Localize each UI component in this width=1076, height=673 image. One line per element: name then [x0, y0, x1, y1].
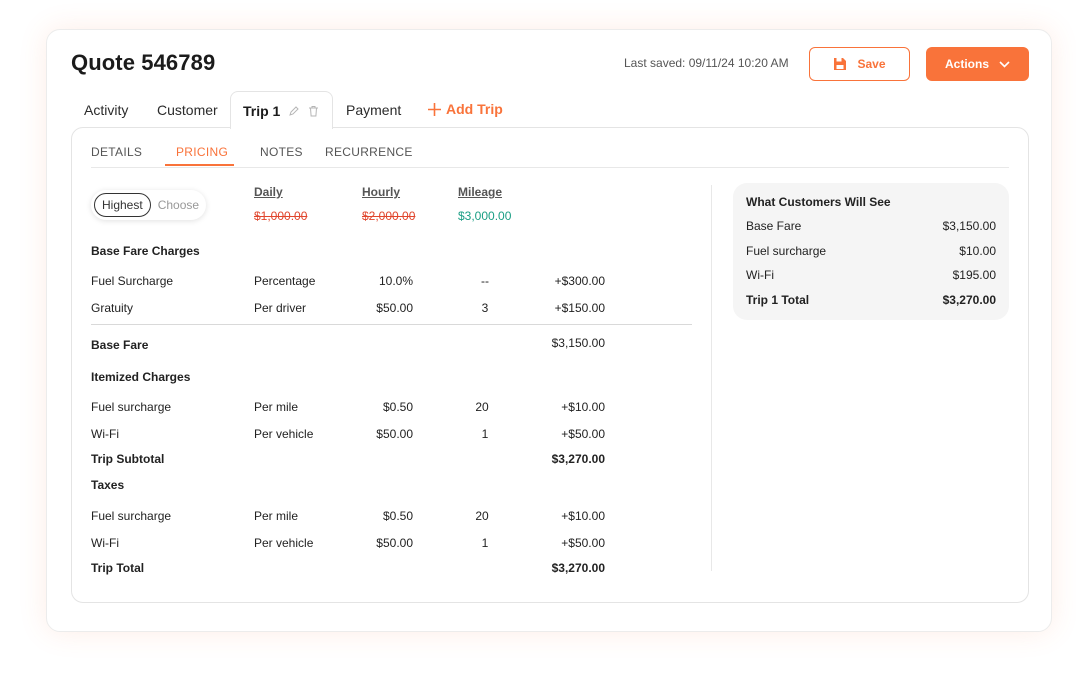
charge-rate: $50.00 [376, 427, 413, 441]
pricing-panel: DETAILS PRICING NOTES RECURRENCE Highest… [71, 127, 1029, 603]
trip-total-label: Trip Total [91, 561, 145, 575]
save-button[interactable]: Save [809, 47, 910, 81]
charge-amount: +$10.00 [561, 400, 605, 414]
base-fare-label: Base Fare [91, 338, 149, 352]
pencil-icon[interactable] [288, 105, 300, 117]
tab-trip-1[interactable]: Trip 1 [230, 91, 333, 129]
charge-name: Fuel surcharge [91, 509, 172, 523]
charge-qty: 3 [481, 301, 489, 315]
daily-rate-header[interactable]: Daily [254, 185, 283, 199]
summary-row: Fuel surcharge $10.00 [746, 244, 996, 258]
page-title: Quote 546789 [71, 50, 216, 75]
charge-name: Fuel Surcharge [91, 274, 174, 288]
floppy-disk-icon [834, 58, 847, 70]
summary-total-label: Trip 1 Total [746, 293, 810, 307]
charge-type: Per vehicle [254, 536, 314, 550]
tab-activity[interactable]: Activity [84, 102, 128, 118]
summary-row-label: Wi-Fi [746, 268, 774, 282]
summary-row: Base Fare $3,150.00 [746, 219, 996, 233]
tab-payment[interactable]: Payment [346, 102, 401, 118]
section-heading: Itemized Charges [91, 370, 191, 384]
add-trip-label: Add Trip [446, 101, 503, 117]
section-heading: Base Fare Charges [91, 244, 200, 258]
charge-type: Per driver [254, 301, 307, 315]
hourly-rate-header[interactable]: Hourly [362, 185, 400, 199]
charge-type: Per mile [254, 509, 299, 523]
summary-row-label: Fuel surcharge [746, 244, 827, 258]
subtab-details[interactable]: DETAILS [91, 145, 142, 159]
toggle-highest[interactable]: Highest [94, 193, 151, 217]
charge-amount: +$10.00 [561, 509, 605, 523]
charge-rate: 10.0% [378, 274, 413, 288]
charge-amount: +$300.00 [554, 274, 605, 288]
summary-row-value: $10.00 [959, 244, 996, 258]
hourly-rate-value: $2,000.00 [362, 209, 416, 223]
summary-total-row: Trip 1 Total $3,270.00 [746, 293, 996, 307]
actions-label: Actions [944, 57, 989, 71]
subtab-divider [91, 167, 1009, 168]
summary-row-label: Base Fare [746, 219, 802, 233]
summary-row-value: $195.00 [952, 268, 996, 282]
trash-icon[interactable] [308, 105, 319, 117]
chevron-down-icon [999, 60, 1010, 68]
charge-name: Wi-Fi [91, 536, 119, 550]
charge-rate: $0.50 [382, 509, 413, 523]
column-divider [711, 185, 712, 571]
base-fare-amount: $3,150.00 [551, 336, 605, 350]
rate-mode-toggle[interactable]: Highest Choose [91, 190, 206, 220]
quote-card: Quote 546789 Last saved: 09/11/24 10:20 … [46, 29, 1052, 632]
actions-button[interactable]: Actions [926, 47, 1029, 81]
charge-rate: $50.00 [376, 301, 413, 315]
charge-type: Per mile [254, 400, 299, 414]
trip-total-amount: $3,270.00 [551, 561, 605, 575]
divider [91, 324, 692, 325]
subtab-recurrence[interactable]: RECURRENCE [325, 145, 413, 159]
toggle-choose[interactable]: Choose [151, 194, 206, 216]
charge-qty: -- [481, 274, 489, 288]
charge-qty: 20 [475, 400, 489, 414]
summary-row: Wi-Fi $195.00 [746, 268, 996, 282]
charge-type: Per vehicle [254, 427, 314, 441]
charge-qty: 20 [475, 509, 489, 523]
last-saved-text: Last saved: 09/11/24 10:20 AM [624, 56, 789, 70]
summary-row-value: $3,150.00 [942, 219, 996, 233]
charge-type: Percentage [254, 274, 316, 288]
charge-rate: $50.00 [376, 536, 413, 550]
active-subtab-indicator [165, 164, 234, 166]
save-label: Save [857, 57, 886, 71]
summary-total-value: $3,270.00 [942, 293, 996, 307]
charge-qty: 1 [481, 536, 489, 550]
trip-tab-label: Trip 1 [243, 102, 281, 119]
customer-summary-card: What Customers Will See Base Fare $3,150… [733, 183, 1009, 320]
charge-name: Fuel surcharge [91, 400, 172, 414]
charge-rate: $0.50 [382, 400, 413, 414]
subtab-notes[interactable]: NOTES [260, 145, 303, 159]
section-heading: Taxes [91, 478, 125, 492]
mileage-rate-value: $3,000.00 [458, 209, 512, 223]
charge-amount: +$50.00 [561, 427, 605, 441]
tab-customer[interactable]: Customer [157, 102, 218, 118]
mileage-rate-header[interactable]: Mileage [458, 185, 502, 199]
charge-qty: 1 [481, 427, 489, 441]
daily-rate-value: $1,000.00 [254, 209, 308, 223]
charge-name: Gratuity [91, 301, 134, 315]
trip-subtotal-amount: $3,270.00 [551, 452, 605, 466]
add-trip-button[interactable]: Add Trip [428, 101, 503, 117]
subtab-pricing[interactable]: PRICING [176, 145, 228, 159]
charge-name: Wi-Fi [91, 427, 119, 441]
trip-subtotal-label: Trip Subtotal [91, 452, 165, 466]
plus-icon [428, 102, 441, 116]
summary-title: What Customers Will See [746, 195, 891, 209]
charge-amount: +$50.00 [561, 536, 605, 550]
charge-amount: +$150.00 [554, 301, 605, 315]
